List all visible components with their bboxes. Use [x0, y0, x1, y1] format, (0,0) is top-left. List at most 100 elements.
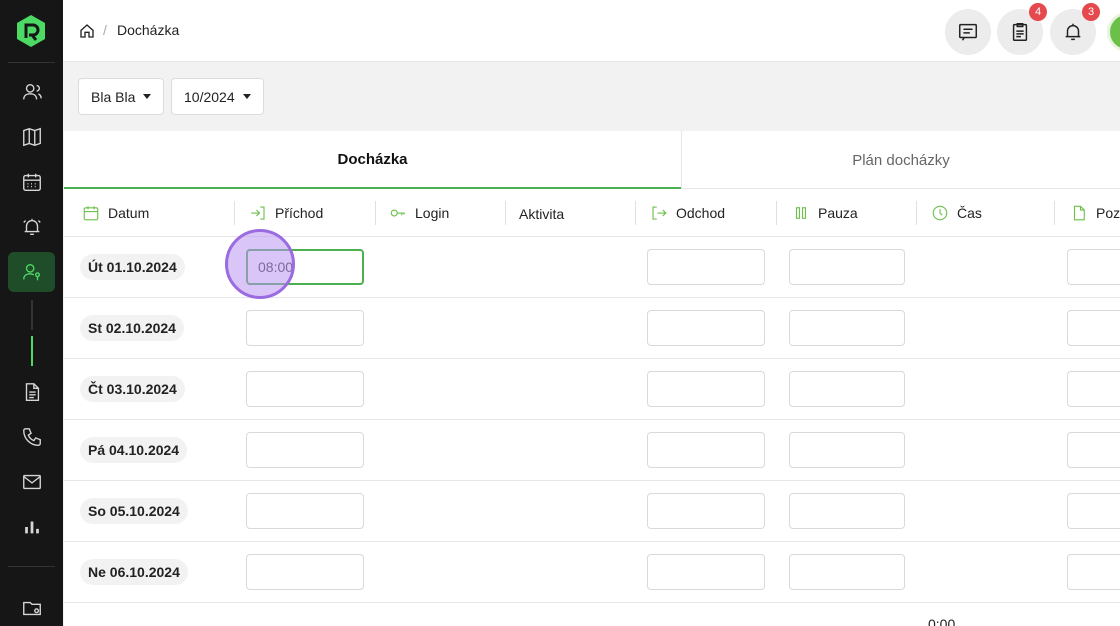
table-row: St 02.10.2024 — [64, 298, 1120, 359]
arrival-input[interactable] — [246, 432, 364, 468]
avatar[interactable] — [1107, 12, 1120, 52]
sign-in-icon — [251, 206, 265, 220]
column-divider — [234, 201, 235, 225]
pause-input[interactable] — [789, 432, 905, 468]
app-logo-icon[interactable] — [16, 14, 46, 48]
sidebar-item-folder-settings[interactable] — [8, 588, 55, 626]
note-input[interactable] — [1067, 493, 1120, 529]
sidebar-item-mail[interactable] — [8, 462, 55, 502]
notifications-button[interactable]: 3 — [1050, 3, 1100, 55]
employee-select-value: Bla Bla — [91, 88, 136, 105]
column-header-arrival[interactable]: Příchod — [249, 189, 323, 237]
column-header-pause[interactable]: Pauza — [792, 189, 858, 237]
mail-icon — [22, 474, 41, 490]
arrival-input[interactable] — [246, 249, 364, 285]
pause-input[interactable] — [789, 310, 905, 346]
message-icon — [959, 23, 977, 41]
employee-select[interactable]: Bla Bla — [78, 78, 165, 115]
date-label: Út 01.10.2024 — [80, 254, 185, 280]
column-header-departure[interactable]: Odchod — [650, 189, 725, 237]
sidebar-item-attendance[interactable] — [8, 252, 55, 292]
breadcrumb-current: Docházka — [117, 22, 180, 38]
breadcrumb-separator: / — [103, 22, 107, 38]
table-row: Ne 06.10.2024 — [64, 542, 1120, 603]
sign-out-icon — [652, 206, 667, 220]
column-header-activity[interactable]: Aktivita — [519, 190, 564, 238]
note-input[interactable] — [1067, 249, 1120, 285]
tasks-button[interactable]: 4 — [997, 3, 1047, 55]
column-divider — [776, 201, 777, 225]
file-icon — [1073, 205, 1085, 221]
column-header-date[interactable]: Datum — [82, 189, 149, 237]
column-divider — [375, 201, 376, 225]
date-label: Ne 06.10.2024 — [80, 559, 188, 585]
sidebar-item-documents[interactable] — [8, 372, 55, 412]
period-select-value: 10/2024 — [184, 88, 235, 105]
date-label: Pá 04.10.2024 — [80, 437, 188, 463]
sidebar-track — [31, 300, 33, 330]
sidebar-divider — [8, 62, 55, 63]
pause-input[interactable] — [789, 371, 905, 407]
folder-settings-icon — [22, 601, 41, 616]
note-input[interactable] — [1067, 371, 1120, 407]
departure-input[interactable] — [647, 493, 765, 529]
tab-bar: Docházka Plán docházky — [64, 131, 1120, 189]
pause-input[interactable] — [789, 493, 905, 529]
bell-icon — [1065, 23, 1081, 41]
period-select[interactable]: 10/2024 — [171, 78, 264, 115]
table-header: Datum Příchod Login Aktivita Odchod Pauz… — [64, 189, 1120, 237]
home-icon[interactable] — [79, 23, 95, 39]
note-input[interactable] — [1067, 554, 1120, 590]
users-icon — [22, 83, 42, 100]
table-row: Pá 04.10.2024 — [64, 420, 1120, 481]
departure-input[interactable] — [647, 432, 765, 468]
calendar-icon — [83, 206, 99, 221]
note-input[interactable] — [1067, 310, 1120, 346]
pause-input[interactable] — [789, 249, 905, 285]
notifications-badge: 3 — [1082, 3, 1100, 21]
departure-input[interactable] — [647, 554, 765, 590]
pause-icon — [795, 207, 807, 219]
calendar-icon — [22, 173, 41, 191]
sidebar-track-active — [31, 336, 33, 366]
attendance-icon — [22, 263, 40, 281]
date-label: Čt 03.10.2024 — [80, 376, 185, 402]
date-label: St 02.10.2024 — [80, 315, 184, 341]
departure-input[interactable] — [647, 371, 765, 407]
table-row: So 05.10.2024 — [64, 481, 1120, 542]
pause-input[interactable] — [789, 554, 905, 590]
table-row: Út 01.10.2024 — [64, 237, 1120, 298]
departure-input[interactable] — [647, 249, 765, 285]
arrival-input[interactable] — [246, 310, 364, 346]
document-icon — [25, 383, 39, 401]
sidebar-item-phone[interactable] — [8, 417, 55, 457]
column-divider — [1054, 201, 1055, 225]
topbar: / Docházka 4 3 — [63, 0, 1120, 62]
column-divider — [635, 201, 636, 225]
clock-icon — [932, 205, 948, 221]
sidebar-item-statistics[interactable] — [8, 507, 55, 547]
arrival-input[interactable] — [246, 371, 364, 407]
date-label: So 05.10.2024 — [80, 498, 188, 524]
column-divider — [505, 201, 506, 225]
arrival-input[interactable] — [246, 493, 364, 529]
note-input[interactable] — [1067, 432, 1120, 468]
sidebar-item-alarms[interactable] — [8, 207, 55, 247]
chart-icon — [24, 521, 39, 534]
tab-attendance[interactable]: Docházka — [64, 131, 681, 189]
sidebar-item-calendar[interactable] — [8, 162, 55, 202]
column-header-login[interactable]: Login — [389, 189, 449, 237]
sidebar-item-users[interactable] — [8, 72, 55, 112]
sidebar — [0, 0, 63, 626]
tasks-badge: 4 — [1029, 3, 1047, 21]
arrival-input[interactable] — [246, 554, 364, 590]
messages-button[interactable] — [945, 9, 991, 55]
chevron-down-icon — [242, 94, 251, 99]
map-icon — [22, 127, 41, 147]
departure-input[interactable] — [647, 310, 765, 346]
alarm-icon — [22, 218, 41, 236]
column-header-note[interactable]: Poz — [1070, 189, 1120, 237]
tab-attendance-plan[interactable]: Plán docházky — [681, 131, 1120, 189]
sidebar-item-map[interactable] — [8, 117, 55, 157]
column-header-time[interactable]: Čas — [931, 189, 982, 237]
